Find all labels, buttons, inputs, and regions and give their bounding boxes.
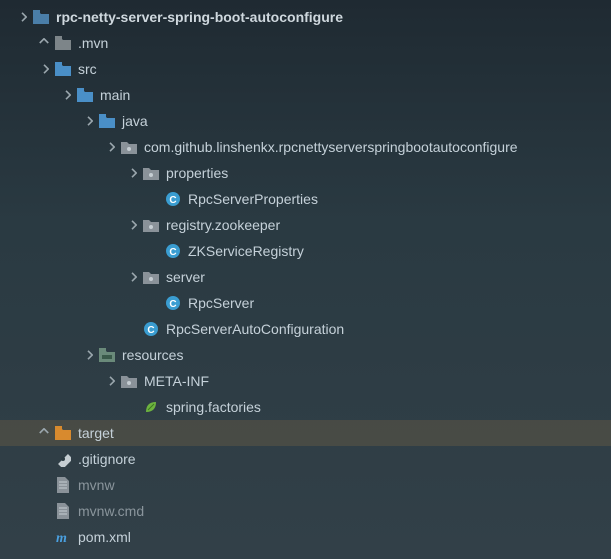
chevron-right-icon[interactable] (36, 35, 52, 51)
chevron-down-icon[interactable] (14, 9, 30, 25)
tree-item-label: com.github.linshenkx.rpcnettyserversprin… (144, 139, 518, 155)
svg-text:C: C (169, 195, 176, 206)
tree-row[interactable]: mvnw (0, 472, 611, 498)
folder-module-icon (32, 8, 50, 26)
tree-item-label: resources (122, 347, 183, 363)
maven-icon: m (54, 528, 72, 546)
chevron-down-icon[interactable] (124, 269, 140, 285)
tree-item-label: rpc-netty-server-spring-boot-autoconfigu… (56, 9, 343, 25)
folder-orange-icon (54, 424, 72, 442)
package-icon (142, 164, 160, 182)
chevron-down-icon[interactable] (80, 347, 96, 363)
folder-blue-icon (76, 86, 94, 104)
tree-row[interactable]: server (0, 264, 611, 290)
tree-item-label: server (166, 269, 205, 285)
class-icon: C (164, 294, 182, 312)
package-icon (120, 372, 138, 390)
class-icon: C (164, 190, 182, 208)
tree-row[interactable]: .gitignore (0, 446, 611, 472)
folder-resources-icon (98, 346, 116, 364)
tree-item-label: src (78, 61, 97, 77)
package-icon (142, 268, 160, 286)
tree-row[interactable]: properties (0, 160, 611, 186)
tree-row[interactable]: .mvn (0, 30, 611, 56)
chevron-down-icon[interactable] (102, 139, 118, 155)
tree-item-label: properties (166, 165, 228, 181)
tree-item-label: META-INF (144, 373, 209, 389)
file-icon (54, 502, 72, 520)
tree-row[interactable]: C RpcServer (0, 290, 611, 316)
leaf-icon (142, 398, 160, 416)
chevron-down-icon[interactable] (36, 61, 52, 77)
project-tree: rpc-netty-server-spring-boot-autoconfigu… (0, 0, 611, 550)
chevron-down-icon[interactable] (124, 165, 140, 181)
tree-row[interactable]: rpc-netty-server-spring-boot-autoconfigu… (0, 4, 611, 30)
tree-row[interactable]: src (0, 56, 611, 82)
svg-text:C: C (169, 247, 176, 258)
tree-item-label: ZKServiceRegistry (188, 243, 304, 259)
package-icon (142, 216, 160, 234)
class-icon: C (164, 242, 182, 260)
tree-item-label: target (78, 425, 114, 441)
tree-row[interactable]: spring.factories (0, 394, 611, 420)
folder-gray-icon (54, 34, 72, 52)
folder-blue-icon (98, 112, 116, 130)
tree-row[interactable]: java (0, 108, 611, 134)
file-icon (54, 476, 72, 494)
chevron-down-icon[interactable] (124, 217, 140, 233)
tree-item-label: .gitignore (78, 451, 136, 467)
tree-item-label: java (122, 113, 148, 129)
class-icon: C (142, 320, 160, 338)
tree-row[interactable]: com.github.linshenkx.rpcnettyserversprin… (0, 134, 611, 160)
tree-item-label: mvnw (78, 477, 115, 493)
tree-item-label: registry.zookeeper (166, 217, 280, 233)
tree-item-label: RpcServer (188, 295, 254, 311)
chevron-down-icon[interactable] (80, 113, 96, 129)
tree-row[interactable]: mvnw.cmd (0, 498, 611, 524)
tree-item-label: spring.factories (166, 399, 261, 415)
tree-row[interactable]: m pom.xml (0, 524, 611, 550)
tree-row[interactable]: C ZKServiceRegistry (0, 238, 611, 264)
tree-row[interactable]: C RpcServerProperties (0, 186, 611, 212)
package-icon (120, 138, 138, 156)
tree-item-label: .mvn (78, 35, 108, 51)
chevron-down-icon[interactable] (102, 373, 118, 389)
folder-blue-icon (54, 60, 72, 78)
tree-item-label: main (100, 87, 130, 103)
svg-text:C: C (169, 299, 176, 310)
tree-row[interactable]: C RpcServerAutoConfiguration (0, 316, 611, 342)
svg-text:C: C (147, 325, 154, 336)
tree-row[interactable]: target (0, 420, 611, 446)
tree-row[interactable]: main (0, 82, 611, 108)
tree-row[interactable]: META-INF (0, 368, 611, 394)
tree-item-label: pom.xml (78, 529, 131, 545)
gitignore-icon (54, 450, 72, 468)
tree-item-label: mvnw.cmd (78, 503, 144, 519)
chevron-down-icon[interactable] (58, 87, 74, 103)
tree-row[interactable]: registry.zookeeper (0, 212, 611, 238)
tree-item-label: RpcServerProperties (188, 191, 318, 207)
svg-text:m: m (56, 531, 67, 545)
tree-row[interactable]: resources (0, 342, 611, 368)
tree-item-label: RpcServerAutoConfiguration (166, 321, 344, 337)
chevron-right-icon[interactable] (36, 425, 52, 441)
